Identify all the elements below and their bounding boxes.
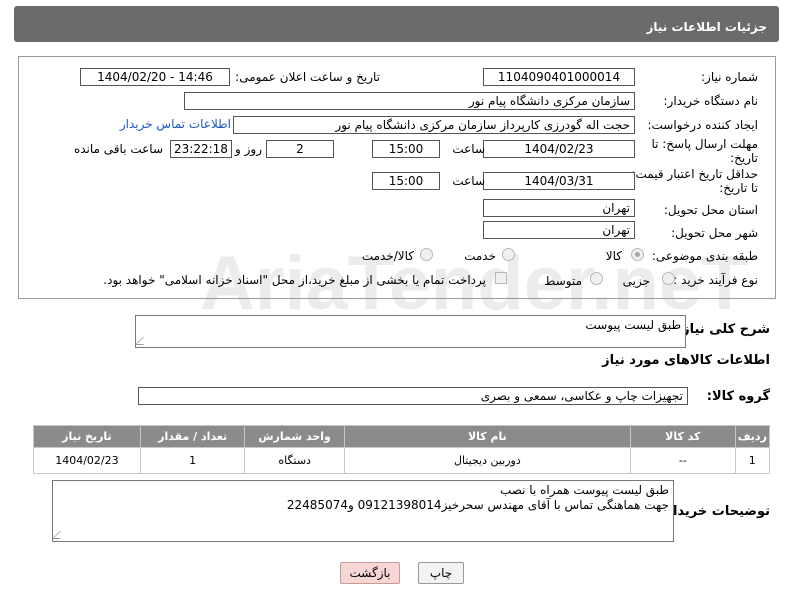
deadline-date-field: 1404/02/23 (483, 140, 635, 158)
deadline-time-label: ساعت (452, 142, 485, 156)
cell-unit: دستگاه (244, 447, 345, 474)
announce-datetime-label: تاریخ و ساعت اعلان عمومی: (235, 70, 380, 84)
category-option-service: خدمت (464, 249, 496, 263)
col-unit: واحد شمارش (244, 425, 345, 448)
need-number-field: 1104090401000014 (483, 68, 635, 86)
back-button[interactable]: بازگشت (340, 562, 400, 584)
deadline-label-1: مهلت ارسال پاسخ: تا (651, 137, 758, 151)
category-option-goods-service: کالا/خدمت (361, 249, 414, 263)
col-code: کد کالا (629, 425, 736, 448)
deadline-label-2: تاریخ: (730, 151, 758, 165)
buyer-notes-line-2: جهت هماهنگی تماس با آقای مهندس سحرخیز091… (286, 498, 669, 512)
city-label: شهر محل تحویل: (671, 226, 758, 240)
goods-section-title: اطلاعات کالاهای مورد نیاز (602, 353, 770, 368)
province-field: تهران (483, 199, 635, 217)
validity-label-1: حداقل تاریخ اعتبار قیمت: (631, 167, 758, 181)
process-option-medium: متوسط (544, 274, 582, 288)
print-button[interactable]: چاپ (418, 562, 464, 584)
resize-grip-icon[interactable] (135, 337, 151, 345)
category-option-goods: کالا (605, 249, 622, 263)
cell-name: دوربین دیجیتال (343, 447, 631, 474)
buyer-org-label: نام دستگاه خریدار: (663, 94, 759, 108)
category-radio-service[interactable] (502, 248, 515, 261)
col-name: نام کالا (343, 425, 631, 448)
goods-group-label: گروه کالا: (706, 389, 770, 404)
announce-datetime-field: 1404/02/20 - 14:46 (80, 68, 230, 86)
page-header: جزئیات اطلاعات نیاز (14, 6, 779, 42)
resize-grip-icon[interactable] (52, 531, 68, 539)
days-remaining-field: 2 (266, 140, 334, 158)
creator-label: ایجاد کننده درخواست: (647, 118, 758, 132)
goods-table: ردیف کد کالا نام کالا واحد شمارش تعداد /… (33, 425, 771, 474)
category-radio-goods-service[interactable] (420, 248, 433, 261)
goods-table-header: ردیف کد کالا نام کالا واحد شمارش تعداد /… (33, 425, 771, 448)
treasury-payment-checkbox[interactable] (495, 272, 507, 284)
validity-label-2: تا تاریخ: (719, 181, 758, 195)
cell-quantity: 1 (139, 447, 246, 474)
treasury-payment-note: پرداخت تمام یا بخشی از مبلغ خرید،از محل … (103, 273, 486, 287)
col-date: تاریخ نیاز (33, 425, 141, 448)
page-title: جزئیات اطلاعات نیاز (646, 20, 767, 34)
process-radio-medium[interactable] (590, 272, 603, 285)
process-radio-minor[interactable] (662, 272, 675, 285)
buyer-org-field: سازمان مرکزی دانشگاه پیام نور (184, 92, 635, 110)
cell-code: -- (629, 447, 736, 474)
process-type-label: نوع فرآیند خرید : (673, 273, 758, 287)
col-quantity: تعداد / مقدار (139, 425, 246, 448)
validity-date-field: 1404/03/31 (483, 172, 635, 190)
goods-group-field: تجهیزات چاپ و عکاسی، سمعی و بصری (138, 387, 688, 405)
validity-time-field: 15:00 (372, 172, 440, 190)
description-textarea: طبق لیست پیوست (135, 315, 686, 348)
cell-date: 1404/02/23 (33, 447, 141, 474)
days-label: روز و (235, 142, 262, 156)
buyer-notes-label: توضیحات خریدار: (660, 504, 770, 519)
time-remaining-label: ساعت باقی مانده (73, 142, 163, 156)
buyer-notes-textarea: طبق لیست پیوست همراه با نصب جهت هماهنگی … (52, 480, 674, 542)
province-label: استان محل تحویل: (663, 203, 758, 217)
validity-time-label: ساعت (452, 174, 485, 188)
col-row: ردیف (734, 425, 771, 448)
cell-row: 1 (734, 447, 771, 474)
table-row: 1 -- دوربین دیجیتال دستگاه 1 1404/02/23 (33, 447, 771, 474)
category-radio-goods[interactable] (631, 248, 644, 261)
buyer-contact-link[interactable]: اطلاعات تماس خریدار (120, 117, 231, 131)
city-field: تهران (483, 221, 635, 239)
description-text: طبق لیست پیوست (585, 318, 681, 332)
creator-field: حجت اله گودرزی کارپرداز سازمان مرکزی دان… (233, 116, 635, 134)
need-number-label: شماره نیاز: (701, 70, 758, 84)
time-remaining-field: 23:22:18 (170, 140, 232, 158)
category-label: طبقه بندی موضوعی: (651, 249, 758, 263)
deadline-time-field: 15:00 (372, 140, 440, 158)
buyer-notes-line-1: طبق لیست پیوست همراه با نصب (499, 483, 669, 497)
description-label: شرح کلی نیاز: (676, 322, 770, 337)
process-option-minor: جزیی (622, 274, 650, 288)
